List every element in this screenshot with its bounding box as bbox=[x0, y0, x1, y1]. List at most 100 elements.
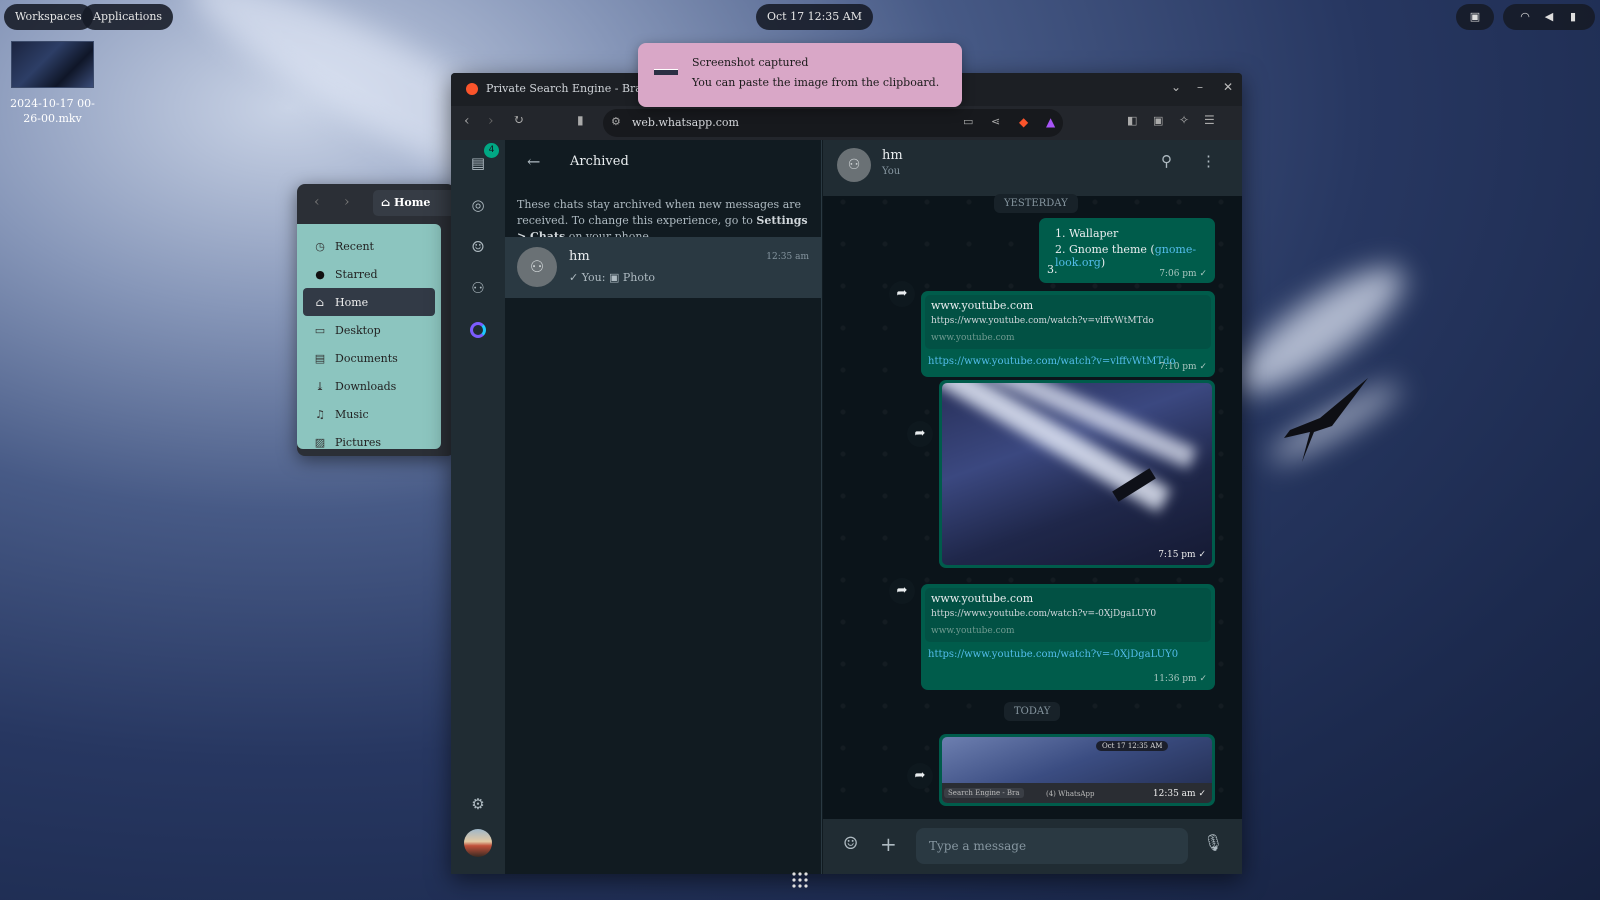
chats-icon[interactable]: ▤ 4 bbox=[464, 143, 499, 177]
reload-icon[interactable]: ↻ bbox=[513, 113, 524, 128]
list-item-text: Gnome theme ( bbox=[1069, 243, 1155, 256]
share-icon[interactable]: ⋖ bbox=[991, 115, 1000, 128]
image-message[interactable]: Oct 17 12:35 AM Search Engine - Bra (4) … bbox=[939, 734, 1215, 806]
location-home[interactable]: ⌂ Home bbox=[373, 190, 455, 216]
youtube-link[interactable]: https://www.youtube.com/watch?v=vlffvWtM… bbox=[928, 356, 1176, 367]
sidebar-item-label: Desktop bbox=[335, 323, 381, 337]
back-arrow-icon[interactable]: ← bbox=[527, 152, 540, 171]
address-bar[interactable]: ⚙ web.whatsapp.com ▭ ⋖ ◆ ▲ bbox=[603, 109, 1063, 137]
sidebar-item-music[interactable]: ♫ Music bbox=[297, 400, 441, 428]
link-preview[interactable]: www.youtube.com https://www.youtube.com/… bbox=[925, 295, 1211, 349]
communities-icon[interactable]: ⚇ bbox=[464, 274, 492, 302]
sidebar-item-pictures[interactable]: ▨ Pictures bbox=[297, 428, 441, 456]
camera-icon: ▣ bbox=[608, 271, 620, 284]
preview-text: Photo bbox=[622, 271, 655, 284]
sidebar-toggle-icon[interactable]: ◧ bbox=[1127, 114, 1137, 127]
channels-icon[interactable]: ☺ bbox=[464, 233, 492, 261]
wallet-icon[interactable]: ▣ bbox=[1153, 114, 1163, 127]
preview-url: https://www.youtube.com/watch?v=-0XjDgaL… bbox=[931, 609, 1157, 619]
conversation-subtitle: You bbox=[882, 166, 901, 177]
close-icon[interactable]: ✕ bbox=[1223, 80, 1233, 94]
screen-indicator[interactable]: ▣ bbox=[1456, 4, 1494, 30]
sidebar-item-documents[interactable]: ▤ Documents bbox=[297, 344, 441, 372]
sidebar-item-label: Starred bbox=[335, 267, 378, 281]
forward-icon[interactable]: › bbox=[488, 113, 494, 129]
minimize-icon[interactable]: – bbox=[1197, 80, 1203, 94]
image-message[interactable]: 7:15 pm ✓ bbox=[939, 380, 1215, 568]
workspaces-button[interactable]: Workspaces bbox=[4, 4, 93, 30]
back-icon[interactable]: ‹ bbox=[314, 194, 320, 210]
chat-preview: ✓ You: ▣ Photo bbox=[569, 271, 655, 284]
message-time: 7:10 pm ✓ bbox=[1159, 362, 1207, 372]
message-bubble[interactable]: www.youtube.com https://www.youtube.com/… bbox=[921, 291, 1215, 377]
sidebar-item-recent[interactable]: ◷ Recent bbox=[297, 232, 441, 260]
conversation-header[interactable]: ⚇ hm You ⚲ ⋮ bbox=[823, 140, 1242, 196]
settings-icon[interactable]: ⚙ bbox=[464, 790, 492, 818]
meta-ai-icon[interactable] bbox=[464, 315, 492, 343]
chat-list-item[interactable]: ⚇ hm 12:35 am ✓ You: ▣ Photo bbox=[505, 237, 821, 298]
brave-shields-icon[interactable]: ◆ bbox=[1019, 115, 1028, 129]
chat-name: hm bbox=[569, 249, 590, 264]
photo[interactable]: 7:15 pm ✓ bbox=[942, 383, 1212, 565]
brave-rewards-icon[interactable]: ▲ bbox=[1046, 115, 1055, 129]
video-file-thumbnail[interactable] bbox=[11, 41, 94, 88]
music-icon: ♫ bbox=[315, 407, 325, 421]
preview-site: www.youtube.com bbox=[931, 592, 1034, 605]
forward-icon[interactable]: ➦ bbox=[907, 421, 933, 447]
group-avatar-icon: ⚇ bbox=[837, 148, 871, 182]
link-preview[interactable]: www.youtube.com https://www.youtube.com/… bbox=[925, 588, 1211, 642]
message-input[interactable]: Type a message bbox=[916, 828, 1188, 864]
sidebar-item-label: Documents bbox=[335, 351, 398, 365]
sidebar-item-home[interactable]: ⌂ Home bbox=[303, 288, 435, 316]
site-settings-icon[interactable]: ⚙ bbox=[611, 115, 621, 128]
sidebar-item-downloads[interactable]: ⤓ Downloads bbox=[297, 372, 441, 400]
day-divider-today: TODAY bbox=[1004, 702, 1061, 721]
message-time-text: 11:36 pm bbox=[1153, 674, 1197, 684]
forward-icon[interactable]: ➦ bbox=[889, 578, 915, 604]
bookmark-icon[interactable]: ▮ bbox=[577, 113, 584, 127]
forward-icon[interactable]: › bbox=[344, 194, 350, 210]
applications-button[interactable]: Applications bbox=[82, 4, 174, 30]
check-icon: ✓ bbox=[1199, 362, 1207, 372]
message-input-placeholder: Type a message bbox=[929, 839, 1027, 853]
leo-ai-icon[interactable]: ✧ bbox=[1179, 113, 1189, 127]
day-divider-yesterday: YESTERDAY bbox=[994, 194, 1078, 213]
brave-tab-icon bbox=[466, 83, 478, 95]
more-options-icon[interactable]: ⋮ bbox=[1201, 152, 1216, 170]
chevron-down-icon[interactable]: ⌄ bbox=[1171, 80, 1181, 94]
sidebar-item-label: Home bbox=[335, 295, 369, 309]
sidebar-item-desktop[interactable]: ▭ Desktop bbox=[297, 316, 441, 344]
message-bubble[interactable]: www.youtube.com https://www.youtube.com/… bbox=[921, 584, 1215, 690]
list-item: 2. Gnome theme (gnome-look.org) bbox=[1055, 243, 1197, 269]
sidebar-item-starred[interactable]: ● Starred bbox=[297, 260, 441, 288]
app-grid-icon[interactable] bbox=[792, 872, 808, 888]
volume-icon: ◀ bbox=[1544, 10, 1554, 23]
brave-browser-window: Private Search Engine - Brave S ⌄ – ✕ ‹ … bbox=[451, 73, 1242, 874]
clock[interactable]: Oct 17 12:35 AM bbox=[756, 4, 873, 30]
forward-icon[interactable]: ➦ bbox=[889, 281, 915, 307]
pictures-icon: ▨ bbox=[314, 435, 326, 449]
screenshot-notification[interactable]: Screenshot captured You can paste the im… bbox=[638, 43, 962, 107]
archived-title: Archived bbox=[570, 154, 629, 169]
status-icon[interactable]: ◎ bbox=[464, 191, 492, 219]
preview-url: https://www.youtube.com/watch?v=vlffvWtM… bbox=[931, 316, 1154, 326]
back-icon[interactable]: ‹ bbox=[464, 113, 470, 129]
clock-icon: ◷ bbox=[315, 239, 325, 253]
attach-plus-icon[interactable]: + bbox=[880, 832, 897, 856]
cast-icon[interactable]: ▭ bbox=[963, 115, 973, 128]
avatar[interactable] bbox=[464, 829, 492, 857]
list-item-text: Wallaper bbox=[1069, 227, 1119, 240]
forward-icon[interactable]: ➦ bbox=[907, 763, 933, 789]
search-icon[interactable]: ⚲ bbox=[1161, 152, 1172, 170]
microphone-icon[interactable]: 🎙 bbox=[1203, 833, 1223, 852]
message-bubble[interactable]: 1. Wallaper 2. Gnome theme (gnome-look.o… bbox=[1039, 218, 1215, 283]
home-icon: ⌂ bbox=[381, 196, 395, 209]
preview-domain: www.youtube.com bbox=[931, 333, 1015, 343]
youtube-link[interactable]: https://www.youtube.com/watch?v=-0XjDgaL… bbox=[928, 649, 1178, 660]
emoji-icon[interactable]: ☺ bbox=[843, 834, 858, 854]
download-icon: ⤓ bbox=[315, 379, 325, 393]
screenshot-thumbnail[interactable]: Oct 17 12:35 AM Search Engine - Bra (4) … bbox=[942, 737, 1212, 803]
menu-icon[interactable]: ☰ bbox=[1204, 113, 1215, 127]
message-time-text: 7:06 pm bbox=[1159, 269, 1197, 279]
system-tray[interactable]: ◠ ◀ ▮ bbox=[1503, 4, 1595, 30]
